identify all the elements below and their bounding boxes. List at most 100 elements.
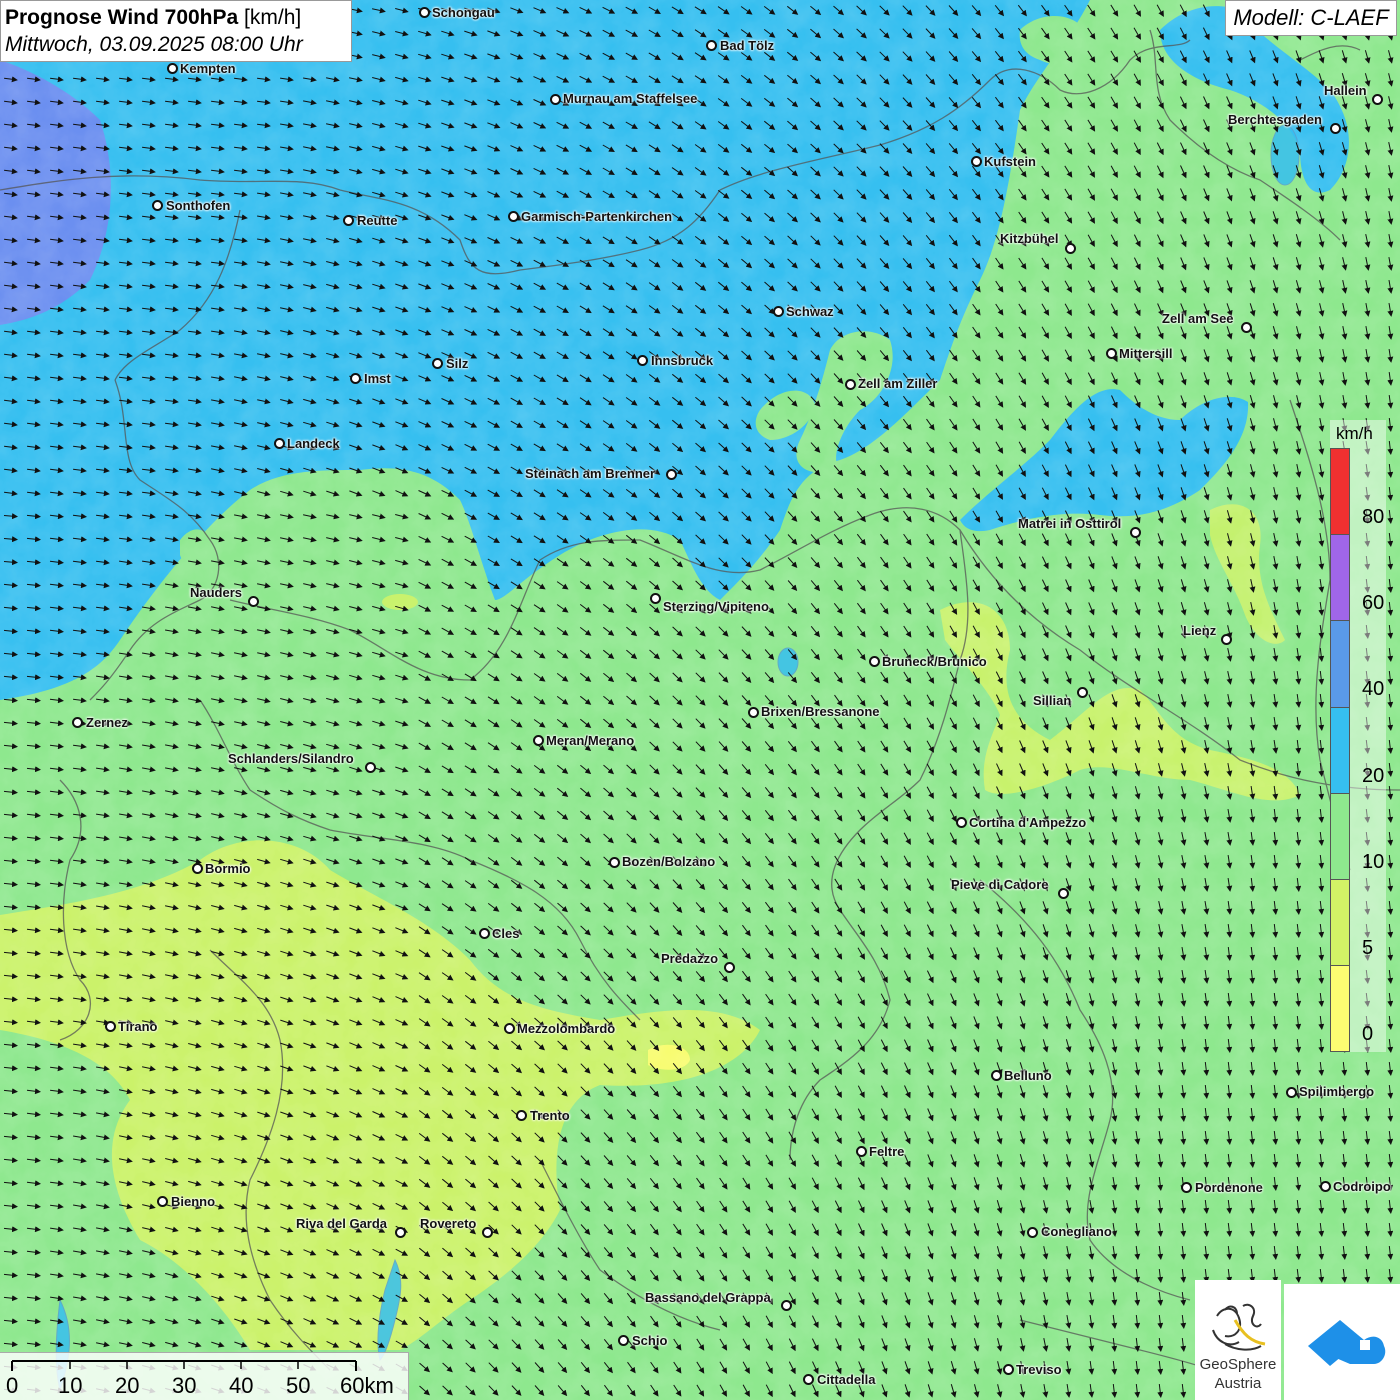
city-label: Garmisch-Partenkirchen [521,209,673,224]
scale-bar-label: 40 [229,1373,254,1398]
geosphere-swirl-icon [1212,1303,1266,1351]
scale-bar-label: 10 [58,1373,83,1398]
city-label: Murnau am Staffelsee [563,91,698,106]
city-label: Feltre [869,1144,905,1159]
city-label: Mittersill [1119,346,1173,361]
cloud-arrow-icon [1308,1320,1386,1366]
city-label: Pieve di Cadore [951,877,1049,892]
city-label: Sterzing/Vipiteno [663,599,769,614]
city-label: Silz [446,356,469,371]
legend-tick-label: 0 [1362,1023,1374,1046]
city-marker [1181,1182,1192,1193]
city-marker [1372,94,1383,105]
city-label: Predazzo [661,951,719,966]
scale-bar: 0 10 20 30 40 50 60km [0,1352,409,1400]
city-marker [803,1374,814,1385]
city-marker [1077,687,1088,698]
city-marker [432,358,443,369]
city-label: Bormio [205,861,251,876]
city-label: Kufstein [984,154,1036,169]
city-label: Bassano del Grappa [645,1290,771,1305]
city-marker [618,1335,629,1346]
city-label: Bienno [171,1194,216,1209]
city-marker [508,211,519,222]
city-label: Bozen/Bolzano [622,854,716,869]
scale-bar-label: 0 [6,1373,19,1398]
scale-bar-label: 50 [286,1373,311,1398]
city-label: Mezzolombardo [517,1021,616,1036]
city-marker [1027,1227,1038,1238]
city-label: Bad Tölz [720,38,775,53]
city-marker [869,656,880,667]
city-marker [343,215,354,226]
city-label: Sillian [1033,693,1072,708]
legend-tick-label: 40 [1362,678,1385,701]
city-label: Rovereto [420,1216,477,1231]
city-marker [72,717,83,728]
legend-color-segment [1330,879,1350,967]
city-label: Cles [492,926,520,941]
city-label: Imst [364,371,391,386]
legend-tick-label: 5 [1362,937,1374,959]
city-label: Berchtesgaden [1228,112,1322,127]
city-label: Conegliano [1041,1224,1112,1239]
city-label: Schwaz [786,304,834,319]
model-label: Modell: C-LAEF [1225,0,1397,36]
geosphere-logo[interactable]: GeoSphere Austria [1195,1280,1281,1400]
city-marker [1130,527,1141,538]
scale-bar-label: 30 [172,1373,197,1398]
city-label: Zell am Ziller [858,376,938,391]
city-marker [365,762,376,773]
city-marker [1286,1087,1297,1098]
city-marker [1330,123,1341,134]
city-marker [748,707,759,718]
city-marker [609,857,620,868]
city-marker [1241,322,1252,333]
city-marker [666,469,677,480]
city-marker [533,735,544,746]
city-label: Riva del Garda [296,1216,388,1231]
city-marker [1106,348,1117,359]
city-marker [781,1300,792,1311]
legend-color-segment [1330,620,1350,708]
legend-color-segment [1330,965,1350,1053]
city-label: Nauders [190,585,243,600]
scale-bar-label: 60km [340,1373,394,1398]
app-logo[interactable] [1284,1284,1400,1400]
legend-tick-label: 80 [1362,506,1385,528]
scale-bar-label: 20 [115,1373,140,1398]
city-marker [192,863,203,874]
city-marker [419,7,430,18]
forecast-datetime: Mittwoch, 03.09.2025 08:00 Uhr [5,33,303,56]
city-label: Codroipo [1333,1179,1391,1194]
city-label: Meran/Merano [546,733,635,748]
legend-unit: km/h [1336,424,1373,443]
city-label: Bruneck/Brunico [882,654,987,669]
map-title-main: Prognose Wind 700hPa [5,6,239,29]
city-marker [1003,1364,1014,1375]
city-marker [1065,243,1076,254]
legend-color-segment [1330,448,1350,536]
city-label: Lienz [1183,623,1217,638]
city-label: Landeck [287,436,340,451]
city-marker [550,94,561,105]
city-label: Cittadella [817,1372,876,1387]
city-label: Kempten [180,61,236,76]
legend-tick-label: 60 [1362,592,1385,615]
city-marker [105,1021,116,1032]
legend-tick-label: 20 [1362,764,1385,787]
city-label: Belluno [1004,1068,1052,1083]
city-label: Schio [632,1333,668,1348]
city-marker [152,200,163,211]
city-marker [856,1146,867,1157]
city-marker [516,1110,527,1121]
map-title-unit: [km/h] [244,6,302,29]
city-marker [157,1196,168,1207]
city-marker [1058,888,1069,899]
city-label: Trento [530,1108,570,1123]
city-marker [845,379,856,390]
city-label: Zell am See [1162,311,1234,326]
city-label: Reutte [357,213,398,228]
city-label: Matrei in Osttirol [1018,516,1122,531]
legend-tick-label: 10 [1362,850,1385,873]
